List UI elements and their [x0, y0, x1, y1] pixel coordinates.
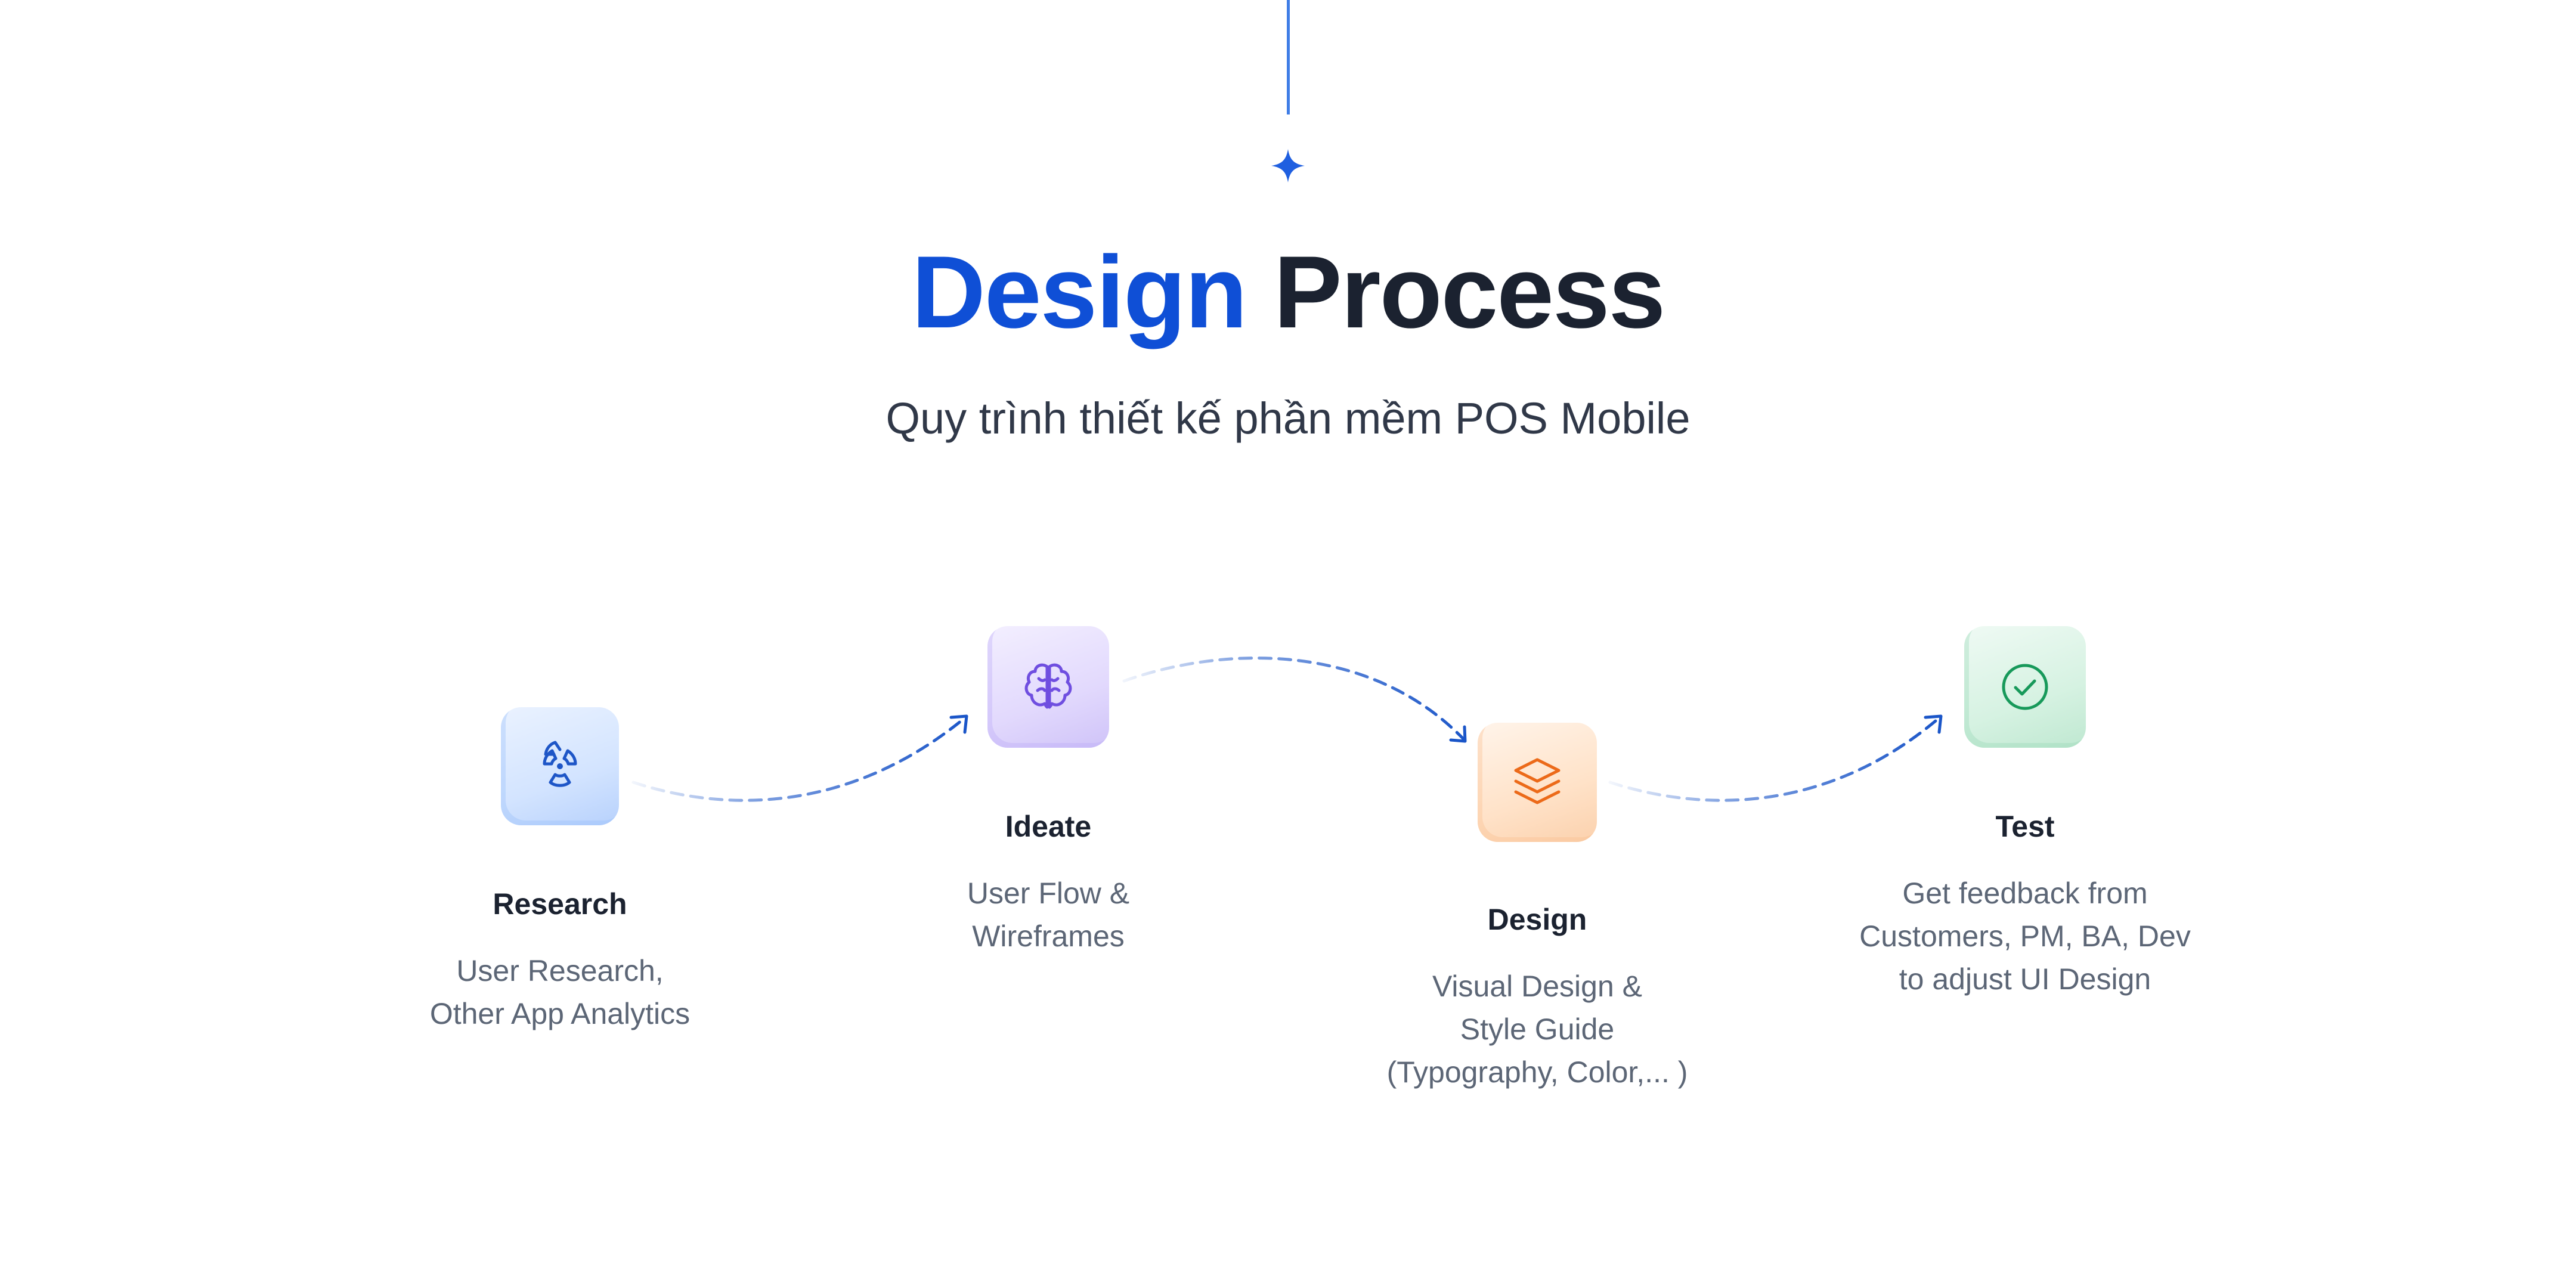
- step-desc-design: Visual Design & Style Guide (Typography,…: [1311, 965, 1764, 1094]
- desc-line: Customers, PM, BA, Dev: [1859, 919, 2191, 953]
- desc-line: (Typography, Color,... ): [1386, 1055, 1688, 1089]
- connector-research-ideate: [631, 714, 968, 802]
- connector-ideate-design: [1122, 657, 1467, 743]
- design-icon-tile: [1478, 723, 1597, 842]
- step-desc-ideate: User Flow & Wireframes: [822, 872, 1275, 958]
- step-title-test: Test: [1995, 810, 2055, 843]
- connector-design-test: [1608, 714, 1943, 802]
- ideate-icon-tile: [987, 626, 1109, 748]
- step-desc-research: User Research, Other App Analytics: [333, 949, 787, 1035]
- process-connectors: [631, 657, 1943, 802]
- step-desc-test: Get feedback from Customers, PM, BA, Dev…: [1798, 872, 2252, 1001]
- desc-line: Get feedback from: [1902, 877, 2148, 910]
- desc-line: to adjust UI Design: [1899, 962, 2151, 996]
- step-title-design: Design: [1487, 903, 1587, 936]
- radiation-icon: [543, 741, 577, 787]
- research-icon-tile: [501, 707, 619, 825]
- test-icon-tile: [1964, 626, 2086, 748]
- desc-line: User Research,: [456, 954, 664, 987]
- step-title-ideate: Ideate: [1005, 810, 1092, 843]
- layers-icon: [1514, 758, 1561, 804]
- desc-line: User Flow &: [967, 877, 1130, 910]
- desc-line: Visual Design &: [1432, 970, 1643, 1003]
- desc-line: Style Guide: [1460, 1013, 1615, 1046]
- desc-line: Other App Analytics: [429, 997, 691, 1030]
- desc-line: Wireframes: [972, 919, 1125, 953]
- check-circle-icon: [2002, 664, 2048, 710]
- step-title-research: Research: [493, 887, 627, 921]
- brain-icon: [1024, 663, 1072, 709]
